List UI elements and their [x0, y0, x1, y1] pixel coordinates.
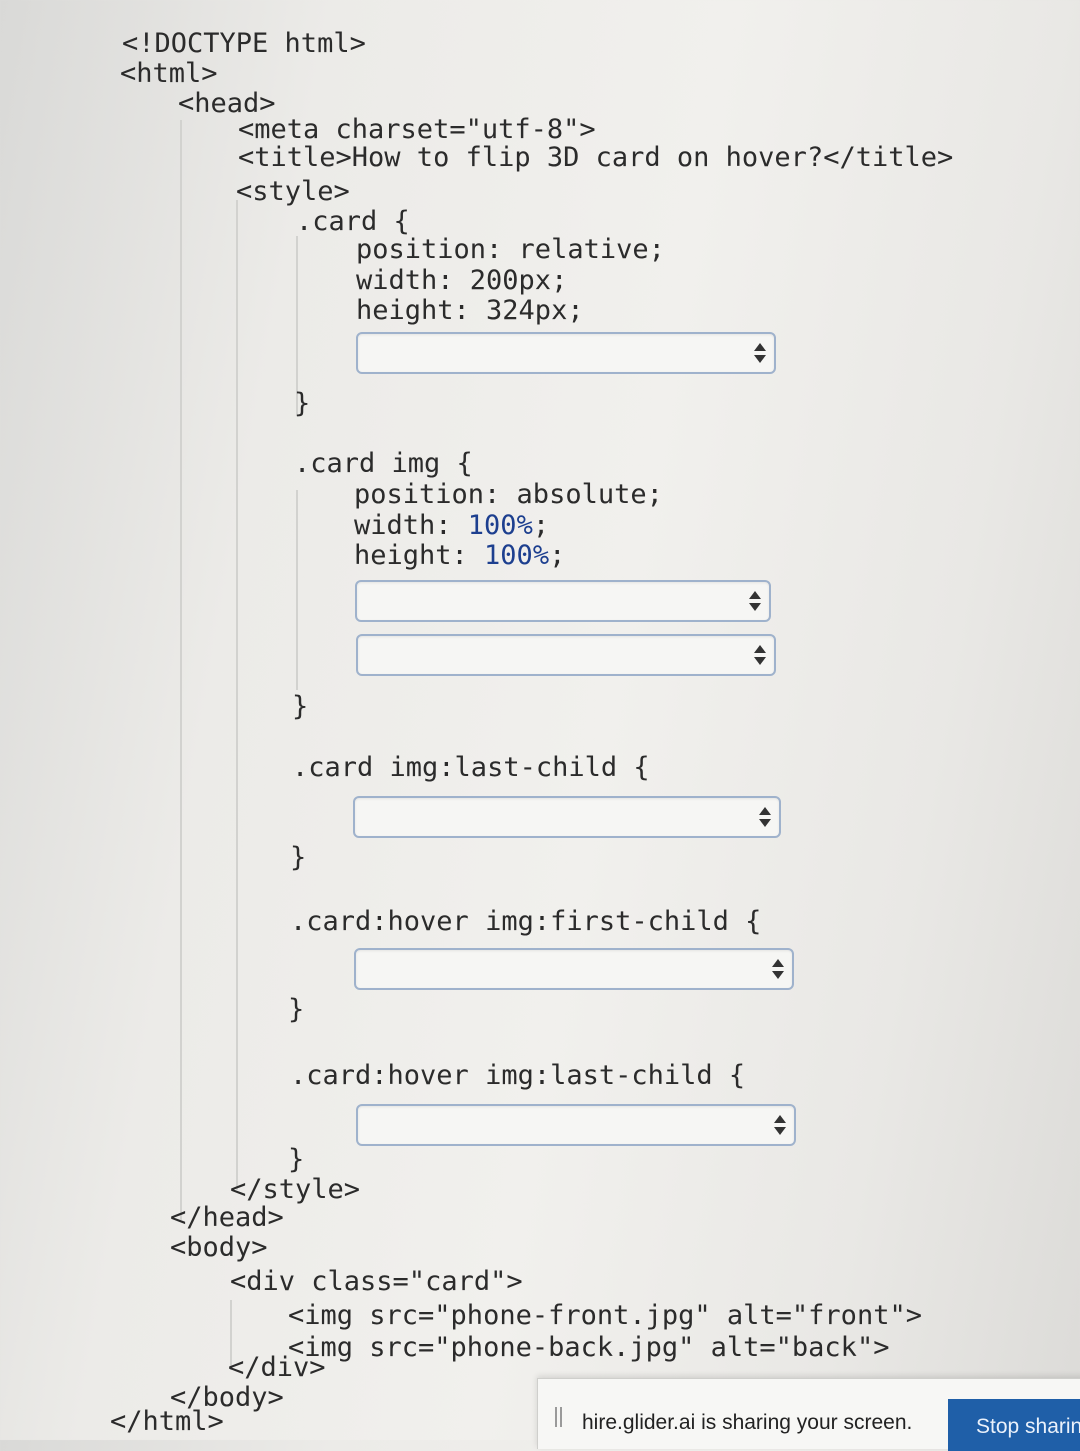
code-line-img-width: width: 100%; [354, 510, 549, 542]
code-line-last-child-selector: .card img:last-child { [292, 752, 650, 783]
code-line-img-position: position: absolute; [354, 479, 663, 510]
css-property-dropdown-2[interactable] [355, 580, 771, 622]
code-line-div-close: </div> [228, 1352, 326, 1383]
code-line-img-height: height: 100%; [354, 540, 565, 572]
up-down-arrows-icon [772, 958, 784, 980]
css-property-dropdown-6[interactable] [356, 1104, 796, 1146]
code-line-close-brace: } [288, 1144, 305, 1175]
indent-guide [296, 490, 298, 690]
property-name: height: [354, 540, 485, 571]
code-line-close-brace: } [294, 388, 311, 419]
screen-share-bar: hire.glider.ai is sharing your screen. S… [537, 1378, 1080, 1451]
property-name: width: [354, 510, 468, 541]
code-line-card-height: height: 324px; [356, 295, 584, 326]
code-line-card-width: width: 200px; [356, 265, 568, 296]
up-down-arrows-icon [759, 806, 771, 828]
code-line-close-brace: } [292, 691, 309, 722]
code-line-close-brace: } [288, 994, 305, 1025]
css-property-dropdown-1[interactable] [356, 332, 776, 374]
code-line-img-back: <img src="phone-back.jpg" alt="back"> [288, 1332, 890, 1363]
screen-share-message: hire.glider.ai is sharing your screen. [582, 1411, 913, 1434]
up-down-arrows-icon [754, 644, 766, 666]
code-line-img-front: <img src="phone-front.jpg" alt="front"> [288, 1300, 922, 1331]
code-line-html-close: </html> [110, 1406, 224, 1437]
code-line-hover-first-selector: .card:hover img:first-child { [290, 906, 762, 937]
code-line-doctype: <!DOCTYPE html> [122, 28, 366, 59]
css-property-dropdown-4[interactable] [353, 796, 781, 838]
code-line-head-close: </head> [170, 1202, 284, 1233]
code-line-card-position: position: relative; [356, 234, 665, 265]
semicolon: ; [532, 510, 550, 541]
code-line-hover-last-selector: .card:hover img:last-child { [290, 1060, 746, 1091]
number-literal: 100% [467, 510, 533, 541]
indent-guide [180, 120, 182, 1220]
code-line-body-open: <body> [170, 1232, 268, 1263]
up-down-arrows-icon [754, 342, 766, 364]
indent-guide [236, 200, 238, 1190]
up-down-arrows-icon [749, 590, 761, 612]
stop-sharing-button[interactable]: Stop sharin [948, 1399, 1080, 1451]
code-line-style-open: <style> [236, 176, 350, 207]
code-line-html-open: <html> [120, 58, 218, 89]
code-line-img-selector: .card img { [294, 448, 473, 479]
number-literal: 100% [484, 540, 550, 571]
code-line-title: <title>How to flip 3D card on hover?</ti… [238, 142, 954, 173]
css-property-dropdown-5[interactable] [354, 948, 794, 990]
code-line-close-brace: } [290, 842, 307, 873]
code-line-div-open: <div class="card"> [230, 1266, 523, 1297]
up-down-arrows-icon [774, 1114, 786, 1136]
drag-handle-icon[interactable] [554, 1407, 564, 1427]
css-property-dropdown-3[interactable] [356, 634, 776, 676]
semicolon: ; [549, 540, 566, 571]
